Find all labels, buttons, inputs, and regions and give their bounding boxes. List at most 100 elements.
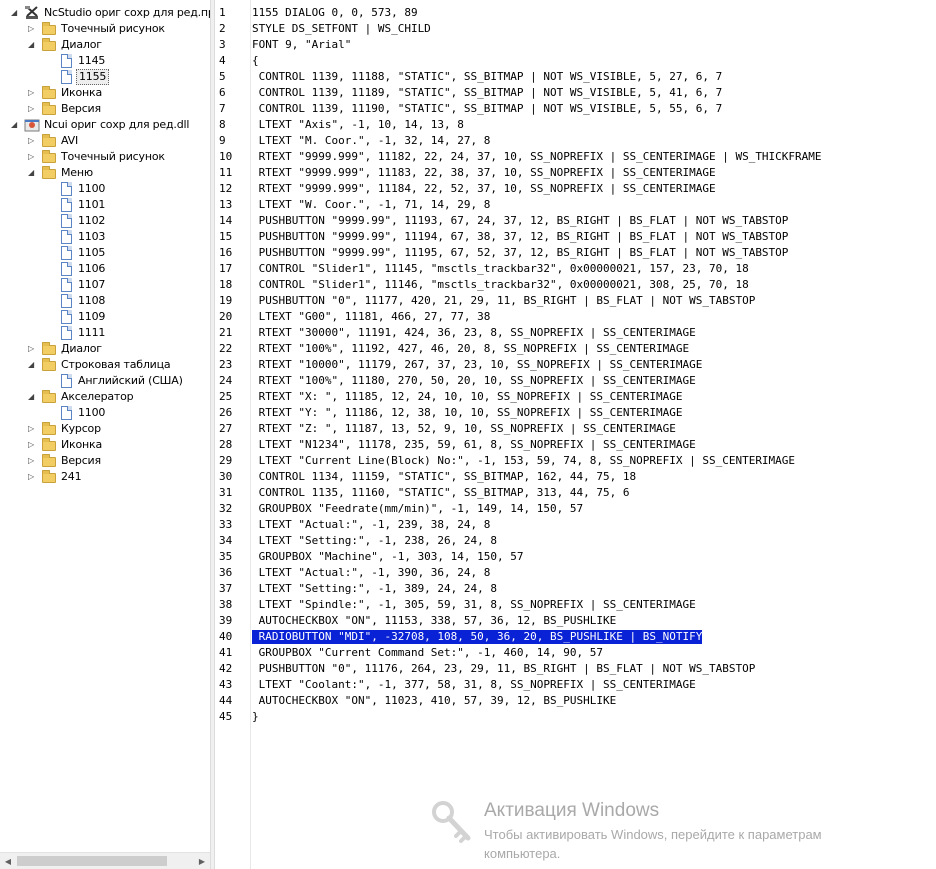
code-line[interactable]: 43 LTEXT "Coolant:", -1, 377, 58, 31, 8,… [215,677,936,693]
code-line[interactable]: 10 RTEXT "9999.999", 11182, 22, 24, 37, … [215,149,936,165]
tree-item[interactable]: ▷ Иконка [0,437,210,453]
code-text[interactable]: PUSHBUTTON "9999.99", 11195, 67, 52, 37,… [252,246,789,260]
code-text[interactable]: CONTROL "Slider1", 11146, "msctls_trackb… [252,278,749,292]
code-line[interactable]: 34 LTEXT "Setting:", -1, 238, 26, 24, 8 [215,533,936,549]
code-line[interactable]: 17 CONTROL "Slider1", 11145, "msctls_tra… [215,261,936,277]
tree-item[interactable]: Английский (США) [0,373,210,389]
code-text[interactable]: } [252,710,259,724]
code-text[interactable]: LTEXT "W. Coor.", -1, 71, 14, 29, 8 [252,198,491,212]
code-line[interactable]: 5 CONTROL 1139, 11188, "STATIC", SS_BITM… [215,69,936,85]
code-text[interactable]: RTEXT "30000", 11191, 424, 36, 23, 8, SS… [252,326,696,340]
scroll-left-arrow-icon[interactable]: ◀ [0,853,16,869]
collapsed-arrow-icon[interactable]: ▷ [27,345,35,353]
scroll-right-arrow-icon[interactable]: ▶ [194,853,210,869]
code-line[interactable]: 23 RTEXT "10000", 11179, 267, 37, 23, 10… [215,357,936,373]
collapsed-arrow-icon[interactable]: ▷ [27,473,35,481]
expanded-arrow-icon[interactable]: ◢ [27,361,35,369]
code-text[interactable]: RTEXT "10000", 11179, 267, 37, 23, 10, S… [252,358,703,372]
tree-item[interactable]: 1106 [0,261,210,277]
code-line[interactable]: 32 GROUPBOX "Feedrate(mm/min)", -1, 149,… [215,501,936,517]
code-text[interactable]: AUTOCHECKBOX "ON", 11153, 338, 57, 36, 1… [252,614,617,628]
code-line[interactable]: 42 PUSHBUTTON "0", 11176, 264, 23, 29, 1… [215,661,936,677]
code-text[interactable]: PUSHBUTTON "0", 11177, 420, 21, 29, 11, … [252,294,756,308]
code-text[interactable]: RTEXT "9999.999", 11182, 22, 24, 37, 10,… [252,150,822,164]
code-line[interactable]: 18 CONTROL "Slider1", 11146, "msctls_tra… [215,277,936,293]
code-line[interactable]: 38 LTEXT "Spindle:", -1, 305, 59, 31, 8,… [215,597,936,613]
tree-item[interactable]: ◢ Ncui ориг сохр для ред.dll [0,117,210,133]
code-line[interactable]: 4{ [215,53,936,69]
code-text[interactable]: PUSHBUTTON "9999.99", 11194, 67, 38, 37,… [252,230,789,244]
code-text[interactable]: GROUPBOX "Machine", -1, 303, 14, 150, 57 [252,550,524,564]
tree-item[interactable]: 1155 [0,69,210,85]
tree-item[interactable]: 1100 [0,405,210,421]
collapsed-arrow-icon[interactable]: ▷ [27,105,35,113]
tree-item[interactable]: ▷ Версия [0,101,210,117]
tree-item[interactable]: 1103 [0,229,210,245]
code-line[interactable]: 3 FONT 9, "Arial" [215,37,936,53]
code-line[interactable]: 36 LTEXT "Actual:", -1, 390, 36, 24, 8 [215,565,936,581]
code-text[interactable]: LTEXT "G00", 11181, 466, 27, 77, 38 [252,310,491,324]
collapsed-arrow-icon[interactable]: ▷ [27,441,35,449]
tree-item[interactable]: 1108 [0,293,210,309]
code-text[interactable]: RTEXT "100%", 11192, 427, 46, 20, 8, SS_… [252,342,689,356]
code-line[interactable]: 27 RTEXT "Z: ", 11187, 13, 52, 9, 10, SS… [215,421,936,437]
expanded-arrow-icon[interactable]: ◢ [27,41,35,49]
tree-item[interactable]: 1145 [0,53,210,69]
code-text[interactable]: CONTROL 1139, 11190, "STATIC", SS_BITMAP… [252,102,723,116]
tree-item[interactable]: 1111 [0,325,210,341]
code-line[interactable]: 7 CONTROL 1139, 11190, "STATIC", SS_BITM… [215,101,936,117]
code-line[interactable]: 19 PUSHBUTTON "0", 11177, 420, 21, 29, 1… [215,293,936,309]
tree-item[interactable]: ◢ Диалог [0,37,210,53]
tree-horizontal-scrollbar[interactable]: ◀ ▶ [0,852,210,869]
tree-item[interactable]: ◢ Меню [0,165,210,181]
code-text[interactable]: LTEXT "Spindle:", -1, 305, 59, 31, 8, SS… [252,598,696,612]
code-line[interactable]: 6 CONTROL 1139, 11189, "STATIC", SS_BITM… [215,85,936,101]
code-text[interactable]: STYLE DS_SETFONT | WS_CHILD [252,22,431,36]
code-line[interactable]: 26 RTEXT "Y: ", 11186, 12, 38, 10, 10, S… [215,405,936,421]
code-line[interactable]: 28 LTEXT "N1234", 11178, 235, 59, 61, 8,… [215,437,936,453]
tree-item[interactable]: ◢ Акселератор [0,389,210,405]
tree-item[interactable]: ▷ Диалог [0,341,210,357]
code-text[interactable]: FONT 9, "Arial" [252,38,351,52]
code-text[interactable]: GROUPBOX "Current Command Set:", -1, 460… [252,646,603,660]
code-text[interactable]: CONTROL 1134, 11159, "STATIC", SS_BITMAP… [252,470,637,484]
code-line[interactable]: 30 CONTROL 1134, 11159, "STATIC", SS_BIT… [215,469,936,485]
code-line[interactable]: 16 PUSHBUTTON "9999.99", 11195, 67, 52, … [215,245,936,261]
tree-item[interactable]: ▷ AVI [0,133,210,149]
expanded-arrow-icon[interactable]: ◢ [10,121,18,129]
code-text[interactable]: RTEXT "Z: ", 11187, 13, 52, 9, 10, SS_NO… [252,422,676,436]
code-line[interactable]: 31 CONTROL 1135, 11160, "STATIC", SS_BIT… [215,485,936,501]
code-line[interactable]: 22 RTEXT "100%", 11192, 427, 46, 20, 8, … [215,341,936,357]
code-line[interactable]: 13 LTEXT "W. Coor.", -1, 71, 14, 29, 8 [215,197,936,213]
code-line[interactable]: 20 LTEXT "G00", 11181, 466, 27, 77, 38 [215,309,936,325]
code-text[interactable]: LTEXT "Axis", -1, 10, 14, 13, 8 [252,118,464,132]
code-line[interactable]: 14 PUSHBUTTON "9999.99", 11193, 67, 24, … [215,213,936,229]
selected-code-line[interactable]: 40 RADIOBUTTON "MDI", -32708, 108, 50, 3… [215,629,936,645]
code-line[interactable]: 29 LTEXT "Current Line(Block) No:", -1, … [215,453,936,469]
code-line[interactable]: 21 RTEXT "30000", 11191, 424, 36, 23, 8,… [215,325,936,341]
code-text[interactable]: RTEXT "9999.999", 11184, 22, 52, 37, 10,… [252,182,716,196]
code-text[interactable]: { [252,54,259,68]
resource-tree[interactable]: ◢ NcStudio ориг сохр для ред.проб ▷ Точечны… [0,5,210,485]
code-text[interactable]: GROUPBOX "Feedrate(mm/min)", -1, 149, 14… [252,502,584,516]
tree-item[interactable]: ▷ Иконка [0,85,210,101]
tree-item[interactable]: ▷ Курсор [0,421,210,437]
code-text[interactable]: CONTROL 1139, 11188, "STATIC", SS_BITMAP… [252,70,723,84]
tree-item[interactable]: ▷ Точечный рисунок [0,149,210,165]
code-editor[interactable]: 1 1155 DIALOG 0, 0, 573, 89 2 STYLE DS_SETF… [215,0,936,869]
code-line[interactable]: 12 RTEXT "9999.999", 11184, 22, 52, 37, … [215,181,936,197]
code-line[interactable]: 37 LTEXT "Setting:", -1, 389, 24, 24, 8 [215,581,936,597]
code-text[interactable]: LTEXT "Coolant:", -1, 377, 58, 31, 8, SS… [252,678,696,692]
code-text[interactable]: CONTROL 1139, 11189, "STATIC", SS_BITMAP… [252,86,723,100]
code-text[interactable]: RTEXT "9999.999", 11183, 22, 38, 37, 10,… [252,166,716,180]
code-text[interactable]: CONTROL 1135, 11160, "STATIC", SS_BITMAP… [252,486,630,500]
code-line[interactable]: 45} [215,709,936,725]
code-text[interactable]: RTEXT "100%", 11180, 270, 50, 20, 10, SS… [252,374,696,388]
tree-item[interactable]: 1109 [0,309,210,325]
code-line[interactable]: 8 LTEXT "Axis", -1, 10, 14, 13, 8 [215,117,936,133]
code-line[interactable]: 15 PUSHBUTTON "9999.99", 11194, 67, 38, … [215,229,936,245]
code-line[interactable]: 25 RTEXT "X: ", 11185, 12, 24, 10, 10, S… [215,389,936,405]
code-line[interactable]: 33 LTEXT "Actual:", -1, 239, 38, 24, 8 [215,517,936,533]
code-text[interactable]: 1155 DIALOG 0, 0, 573, 89 [252,6,418,20]
code-line[interactable]: 2 STYLE DS_SETFONT | WS_CHILD [215,21,936,37]
